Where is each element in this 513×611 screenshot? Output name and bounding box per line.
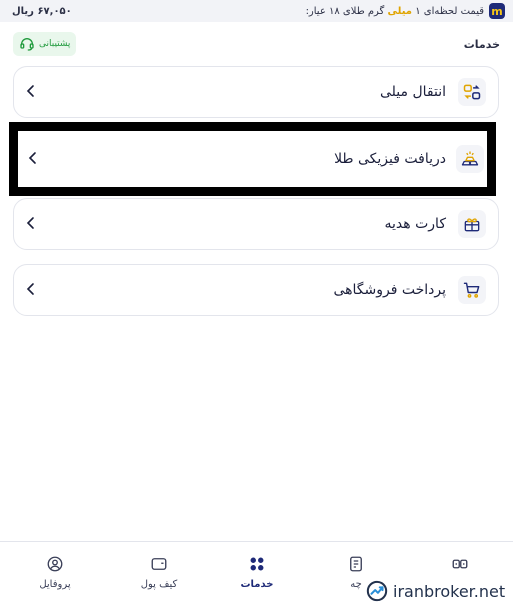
app-logo-icon: m — [489, 3, 505, 19]
page-header: خدمات پشتیبانی — [0, 28, 513, 60]
support-button[interactable]: پشتیبانی — [13, 32, 77, 56]
gold-bars-icon — [456, 145, 484, 173]
service-card-store-payment[interactable]: پرداخت فروشگاهی — [13, 264, 499, 316]
chevron-left-icon — [24, 281, 38, 300]
support-label: پشتیبانی — [39, 39, 71, 49]
service-label: پرداخت فروشگاهی — [333, 282, 446, 298]
service-label: کارت هدیه — [384, 216, 446, 232]
gold-bars-nav-icon — [452, 559, 467, 569]
nav-services-label: خدمات — [240, 579, 274, 590]
nav-profile[interactable]: پروفایل — [0, 542, 110, 611]
service-card-gift-card[interactable]: کارت هدیه — [13, 198, 499, 250]
headset-icon — [20, 38, 34, 51]
chevron-left-icon — [24, 83, 38, 102]
price-value: ۶۷,۰۵۰ ریال — [12, 5, 72, 17]
service-card-transfer[interactable]: انتقال میلی — [13, 66, 499, 118]
gift-card-icon — [458, 210, 486, 238]
watermark-text: iranbroker.net — [393, 581, 506, 601]
cart-icon — [458, 276, 486, 304]
nav-profile-label: پروفایل — [39, 579, 71, 590]
gold-price-info: m قیمت لحظه‌ای ۱ میلی گرم طلای ۱۸ عیار: — [306, 3, 505, 19]
nav-wallet-label: کیف پول — [140, 579, 178, 590]
watermark: iranbroker.net — [366, 580, 505, 602]
service-card-physical-gold[interactable]: دریافت فیزیکی طلا — [9, 122, 496, 196]
chevron-left-icon — [26, 150, 40, 169]
watermark-chart-icon — [366, 580, 388, 602]
price-bar: m قیمت لحظه‌ای ۱ میلی گرم طلای ۱۸ عیار: … — [0, 0, 513, 22]
page-title: خدمات — [463, 37, 500, 51]
chevron-left-icon — [24, 215, 38, 234]
service-label: دریافت فیزیکی طلا — [334, 151, 446, 167]
user-icon — [47, 556, 63, 572]
transfer-icon — [458, 78, 486, 106]
receipt-icon — [350, 556, 362, 572]
price-suffix: گرم طلای ۱۸ عیار: — [305, 5, 385, 17]
price-unit: میلی — [387, 5, 412, 17]
price-prefix: قیمت لحظه‌ای ۱ — [415, 5, 484, 17]
nav-services[interactable]: خدمات — [208, 542, 306, 611]
nav-wallet[interactable]: کیف پول — [110, 542, 208, 611]
services-grid-icon — [250, 557, 264, 571]
nav-orders-label: چه — [350, 579, 362, 590]
service-label: انتقال میلی — [379, 84, 446, 100]
wallet-icon — [151, 558, 167, 570]
